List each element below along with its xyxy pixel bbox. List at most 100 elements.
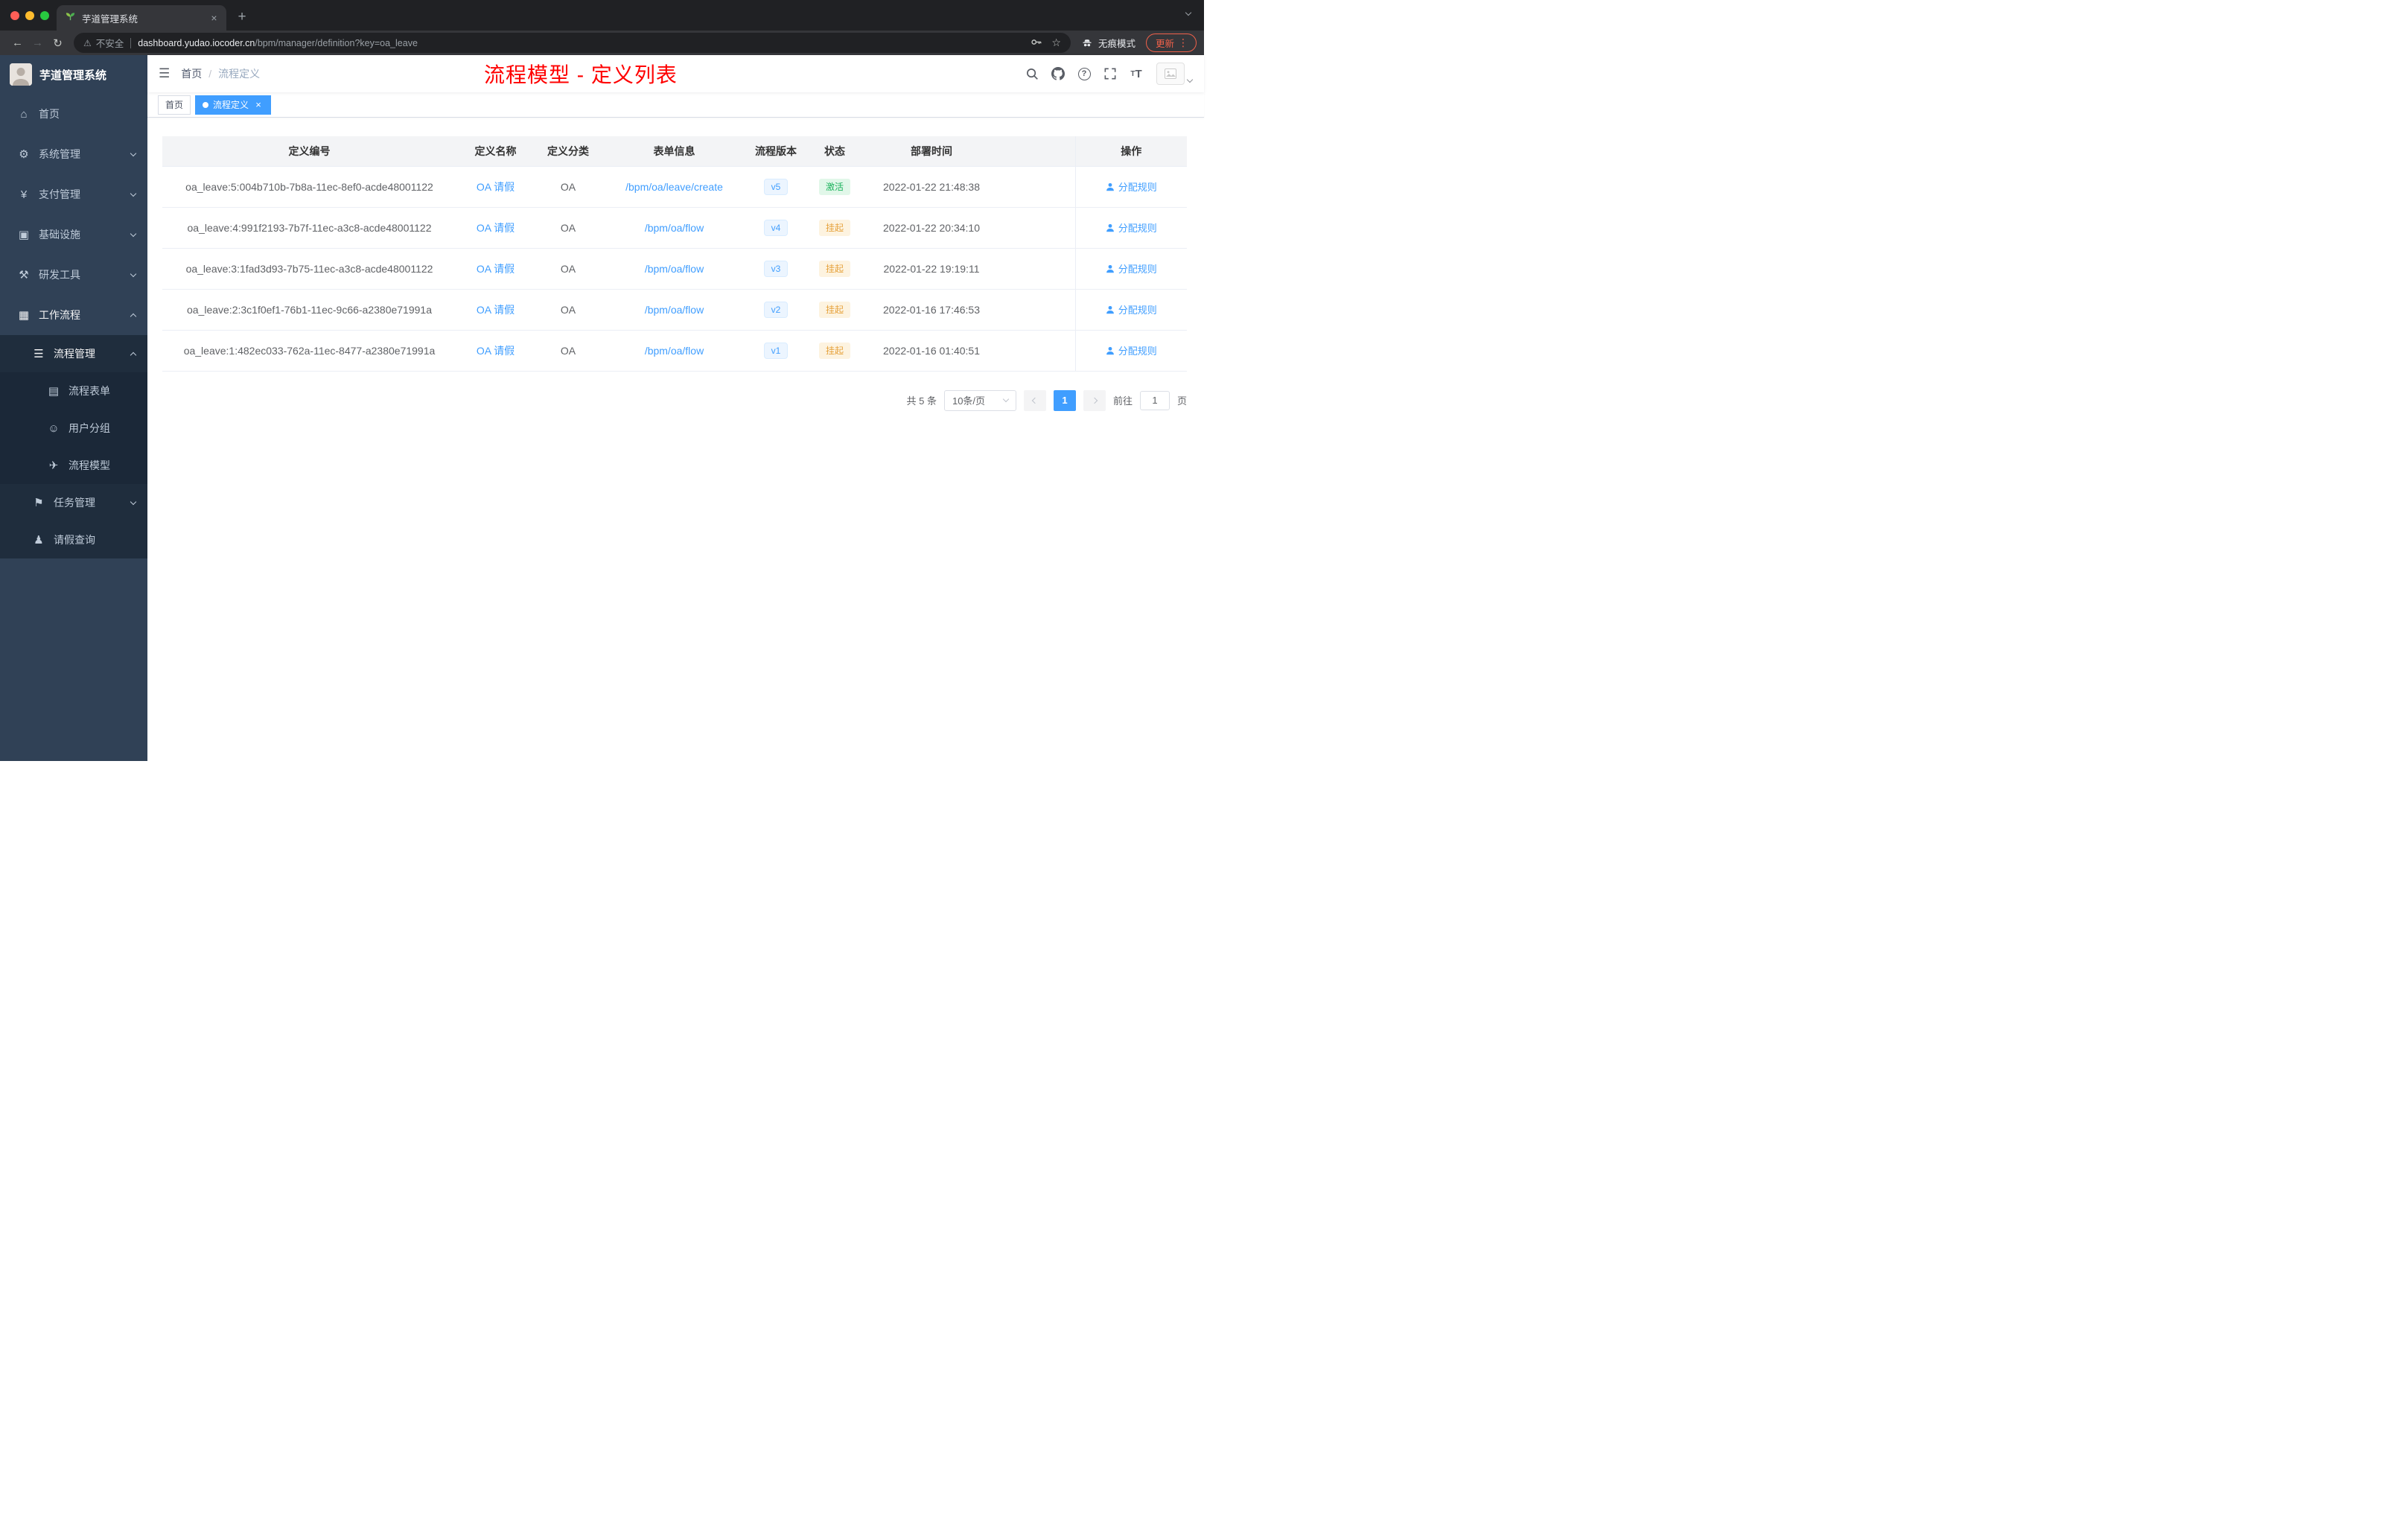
assign-rule-button[interactable]: 分配规则 bbox=[1106, 302, 1157, 316]
breadcrumb-separator: / bbox=[208, 68, 212, 80]
sidebar-item-user-group[interactable]: 用户分组 bbox=[0, 410, 147, 447]
definition-name-link[interactable]: OA 请假 bbox=[477, 304, 515, 316]
user-icon bbox=[1106, 182, 1114, 191]
page-size-select[interactable]: 10条/页 bbox=[943, 389, 1016, 411]
form-link[interactable]: /bpm/oa/flow bbox=[645, 222, 704, 234]
not-secure-warning-icon bbox=[83, 38, 92, 48]
tab-close-icon[interactable] bbox=[208, 12, 220, 25]
next-page-button[interactable] bbox=[1083, 389, 1106, 411]
flag-icon bbox=[30, 496, 48, 509]
cell-definition-id: oa_leave:1:482ec033-762a-11ec-8477-a2380… bbox=[162, 330, 456, 372]
status-badge: 挂起 bbox=[818, 301, 850, 318]
logo-avatar bbox=[10, 63, 32, 86]
goto-page-input[interactable] bbox=[1139, 390, 1170, 410]
sidebar-item-task-management[interactable]: 任务管理 bbox=[0, 484, 147, 521]
cell-form-info: /bpm/oa/flow bbox=[602, 289, 747, 331]
sidebar-item-workflow[interactable]: 工作流程 bbox=[0, 295, 147, 335]
tag-close-icon[interactable] bbox=[253, 100, 264, 110]
chevron-down-icon bbox=[130, 190, 137, 197]
cell-definition-name: OA 请假 bbox=[456, 248, 535, 290]
page-number-button[interactable]: 1 bbox=[1053, 389, 1076, 411]
incognito-badge: 无痕模式 bbox=[1077, 36, 1140, 50]
assign-rule-button[interactable]: 分配规则 bbox=[1106, 343, 1157, 357]
form-link[interactable]: /bpm/oa/flow bbox=[645, 263, 704, 275]
cell-version: v5 bbox=[747, 166, 805, 208]
new-tab-button[interactable] bbox=[232, 7, 252, 27]
sidebar-item-label: 研发工具 bbox=[39, 269, 80, 281]
bookmark-star-icon[interactable] bbox=[1051, 36, 1061, 49]
assign-rule-button[interactable]: 分配规则 bbox=[1106, 179, 1157, 194]
sidebar-item-system-management[interactable]: 系统管理 bbox=[0, 134, 147, 174]
zoom-window-button[interactable] bbox=[40, 10, 49, 20]
reload-button[interactable] bbox=[48, 33, 68, 53]
sidebar-item-payment-management[interactable]: 支付管理 bbox=[0, 174, 147, 214]
browser-tab[interactable]: 芋道管理系统 bbox=[57, 5, 226, 31]
form-link[interactable]: /bpm/oa/flow bbox=[645, 345, 704, 357]
cell-version: v2 bbox=[747, 289, 805, 331]
chevron-up-icon bbox=[130, 351, 137, 358]
cell-version: v4 bbox=[747, 207, 805, 249]
chevron-down-icon bbox=[130, 150, 137, 156]
definition-name-link[interactable]: OA 请假 bbox=[477, 181, 515, 193]
sidebar-item-process-model[interactable]: 流程模型 bbox=[0, 447, 147, 484]
assign-rule-button[interactable]: 分配规则 bbox=[1106, 261, 1157, 276]
form-link[interactable]: /bpm/oa/leave/create bbox=[625, 181, 723, 193]
font-size-icon[interactable]: TT bbox=[1127, 65, 1145, 83]
search-icon[interactable] bbox=[1023, 65, 1041, 83]
active-tag-dot bbox=[203, 101, 209, 108]
definition-name-link[interactable]: OA 请假 bbox=[477, 222, 515, 234]
cell-category: OA bbox=[535, 289, 602, 331]
sidebar-item-infrastructure[interactable]: 基础设施 bbox=[0, 214, 147, 255]
sidebar-toggle-hamburger-icon[interactable] bbox=[147, 55, 181, 92]
close-window-button[interactable] bbox=[10, 10, 19, 20]
sidebar-logo[interactable]: 芋道管理系统 bbox=[0, 55, 147, 94]
navbar-right-icons: ? TT bbox=[1023, 63, 1204, 85]
cell-category: OA bbox=[535, 248, 602, 290]
github-icon[interactable] bbox=[1049, 65, 1067, 83]
page-unit-label: 页 bbox=[1176, 395, 1187, 407]
tag-process-definition[interactable]: 流程定义 bbox=[195, 95, 272, 115]
sidebar-item-label: 流程表单 bbox=[69, 385, 110, 397]
sidebar-item-home[interactable]: 首页 bbox=[0, 94, 147, 134]
help-icon[interactable]: ? bbox=[1075, 65, 1093, 83]
url-omnibox[interactable]: 不安全 dashboard.yudao.iocoder.cn /bpm/mana… bbox=[74, 33, 1071, 53]
prev-page-button[interactable] bbox=[1023, 389, 1046, 411]
avatar-caret-icon[interactable] bbox=[1186, 76, 1194, 83]
cell-actions: 分配规则 bbox=[1074, 166, 1187, 208]
avatar[interactable] bbox=[1156, 63, 1185, 85]
navbar: 首页 / 流程定义 流程模型 - 定义列表 ? TT bbox=[147, 55, 1204, 92]
browser-menu-kebab-icon[interactable] bbox=[1174, 36, 1192, 49]
minimize-window-button[interactable] bbox=[25, 10, 34, 20]
fullscreen-icon[interactable] bbox=[1101, 65, 1119, 83]
sidebar-item-process-form[interactable]: 流程表单 bbox=[0, 372, 147, 410]
forward-button[interactable] bbox=[28, 33, 48, 53]
cell-actions: 分配规则 bbox=[1074, 207, 1187, 249]
cell-form-info: /bpm/oa/leave/create bbox=[602, 166, 747, 208]
breadcrumb-home[interactable]: 首页 bbox=[181, 66, 202, 81]
tab-search-chevron-icon[interactable] bbox=[1185, 9, 1192, 16]
user-avatar-wrap bbox=[1156, 63, 1194, 85]
sidebar-item-leave-query[interactable]: 请假查询 bbox=[0, 521, 147, 558]
window-controls bbox=[10, 10, 49, 20]
definition-name-link[interactable]: OA 请假 bbox=[477, 263, 515, 275]
app: 芋道管理系统 首页 系统管理 支付管理 bbox=[0, 55, 1204, 761]
key-icon[interactable] bbox=[1031, 36, 1042, 50]
user-group-icon bbox=[45, 422, 63, 435]
assign-rule-button[interactable]: 分配规则 bbox=[1106, 220, 1157, 235]
cell-actions: 分配规则 bbox=[1074, 248, 1187, 290]
tools-icon bbox=[15, 268, 33, 281]
list-icon bbox=[30, 347, 48, 360]
sidebar-item-label: 工作流程 bbox=[39, 309, 80, 321]
tag-home[interactable]: 首页 bbox=[158, 95, 191, 115]
cell-spacer bbox=[998, 289, 1075, 331]
form-icon bbox=[45, 384, 63, 398]
sidebar-item-dev-tools[interactable]: 研发工具 bbox=[0, 255, 147, 295]
table-header-row: 定义编号 定义名称 定义分类 表单信息 流程版本 状态 部署时间 操作 bbox=[162, 136, 1187, 167]
cell-actions: 分配规则 bbox=[1074, 289, 1187, 331]
form-link[interactable]: /bpm/oa/flow bbox=[645, 304, 704, 316]
back-button[interactable] bbox=[7, 33, 28, 53]
update-chip[interactable]: 更新 bbox=[1145, 34, 1197, 52]
definition-name-link[interactable]: OA 请假 bbox=[477, 345, 515, 357]
col-form-info: 表单信息 bbox=[602, 136, 747, 167]
sidebar-item-process-management[interactable]: 流程管理 bbox=[0, 335, 147, 372]
